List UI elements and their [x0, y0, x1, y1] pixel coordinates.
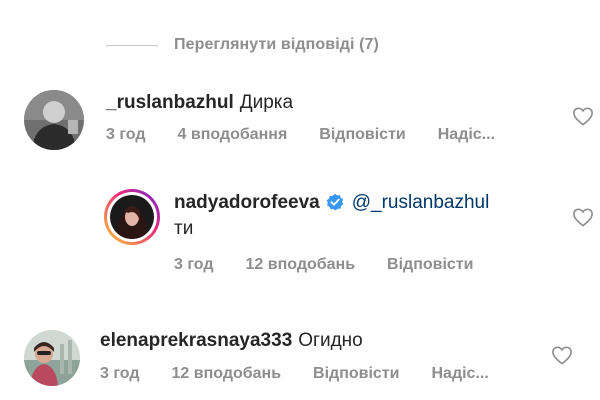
comment-text: Дирка	[239, 92, 294, 113]
timestamp: 3 год	[174, 256, 214, 273]
comment-1: _ruslanbazhul Дирка	[106, 92, 293, 114]
comment-1-meta: 3 год 4 вподобання Відповісти Надіс...	[106, 126, 527, 144]
reply-button[interactable]: Відповісти	[313, 365, 399, 383]
comment-2-text-line: ти	[174, 218, 193, 240]
comment-text: ти	[174, 218, 194, 239]
send-button[interactable]: Надіс...	[431, 365, 488, 383]
timestamp: 3 год	[100, 365, 140, 382]
username-ruslanbazhul[interactable]: _ruslanbazhul	[106, 92, 234, 113]
replies-divider	[106, 44, 158, 46]
comment-3-meta: 3 год 12 вподобань Відповісти Надіс...	[100, 365, 521, 383]
avatar-elenaprekrasnaya333[interactable]	[24, 330, 80, 386]
username-elenaprekrasnaya333[interactable]: elenaprekrasnaya333	[100, 330, 292, 351]
verified-badge-icon	[326, 193, 344, 211]
avatar-ruslanbazhul[interactable]	[24, 90, 84, 150]
timestamp: 3 год	[106, 126, 146, 143]
story-ring[interactable]	[104, 189, 160, 245]
comment-2: nadyadorofeeva @_ruslanbazhul	[174, 192, 489, 214]
send-button[interactable]: Надіс...	[438, 126, 495, 144]
heart-icon[interactable]	[572, 106, 594, 126]
comment-2-meta: 3 год 12 вподобань Відповісти	[174, 256, 505, 274]
heart-icon[interactable]	[551, 345, 573, 365]
likes-count[interactable]: 12 вподобань	[172, 365, 282, 383]
likes-count[interactable]: 12 вподобань	[246, 256, 356, 274]
likes-count[interactable]: 4 вподобання	[178, 126, 288, 144]
mention-link[interactable]: @_ruslanbazhul	[352, 192, 490, 213]
heart-icon[interactable]	[572, 207, 594, 227]
avatar-nadyadorofeeva	[110, 195, 154, 239]
view-replies-label: Переглянути відповіді (7)	[174, 36, 379, 53]
username-nadyadorofeeva[interactable]: nadyadorofeeva	[174, 192, 320, 213]
reply-button[interactable]: Відповісти	[387, 256, 473, 274]
view-replies-button[interactable]: Переглянути відповіді (7)	[106, 34, 379, 56]
comment-text: Огидно	[298, 330, 363, 351]
comment-3: elenaprekrasnaya333 Огидно	[100, 330, 363, 352]
reply-button[interactable]: Відповісти	[319, 126, 405, 144]
